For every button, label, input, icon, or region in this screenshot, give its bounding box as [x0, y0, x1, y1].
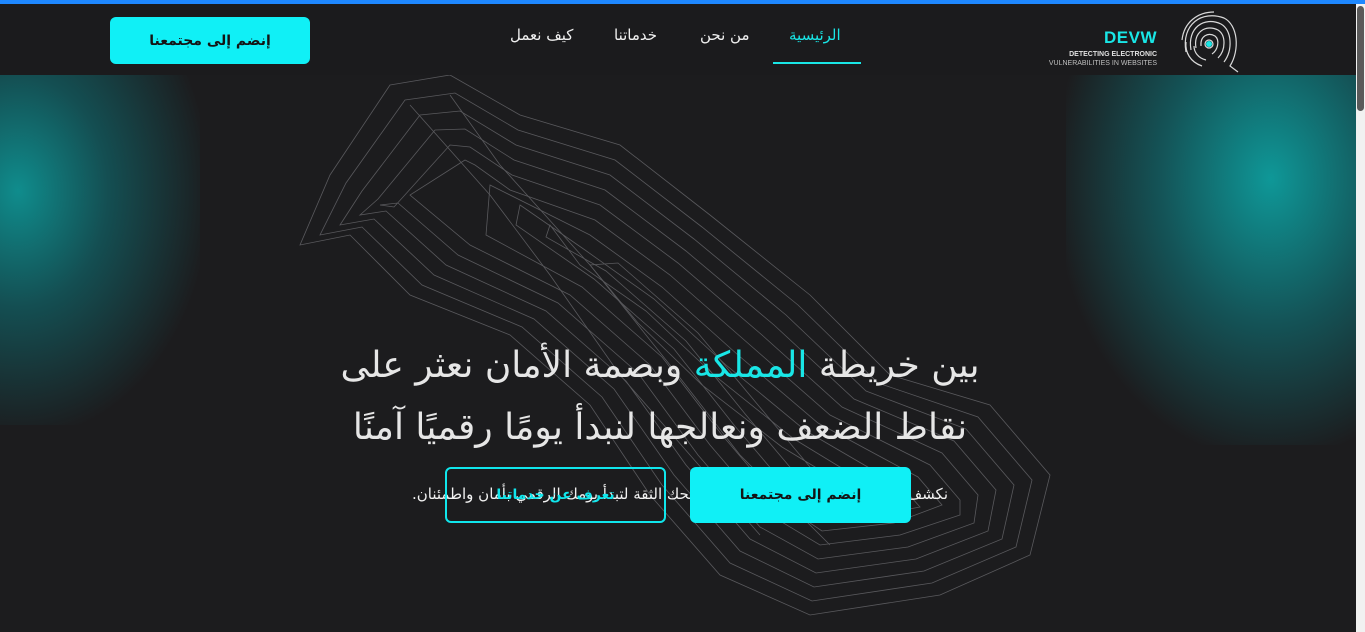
hero-subtitle: نكشف نقاط الضعف، نعالجها بسرعة، ونمنحك ا…: [411, 485, 948, 503]
hero-section: بين خريطة المملكة وبصمة الأمان نعثر على …: [0, 75, 1356, 632]
right-teal-glow: [1066, 75, 1356, 445]
logo-subtitle-line2: VULNERABILITIES IN WEBSITES: [1048, 60, 1157, 67]
nav-item-home[interactable]: الرئيسية: [789, 26, 841, 44]
nav-item-services[interactable]: خدماتنا: [614, 26, 657, 44]
headline-text-end: وبصمة الأمان نعثر على: [340, 345, 694, 386]
logo-title: DEVW: [1104, 28, 1157, 47]
navbar: إنضم إلى مجتمعنا كيف نعمل خدماتنا من نحن…: [0, 4, 1356, 75]
headline-text-start: بين خريطة: [807, 345, 980, 386]
devw-logo[interactable]: DEVW DETECTING ELECTRONIC VULNERABILITIE…: [1040, 10, 1255, 73]
logo-subtitle-line1: DETECTING ELECTRONIC: [1069, 51, 1157, 58]
hero-headline: بين خريطة المملكة وبصمة الأمان نعثر على …: [300, 335, 1020, 459]
hero-headline-line1: بين خريطة المملكة وبصمة الأمان نعثر على: [300, 335, 1020, 397]
nav-item-about-us[interactable]: من نحن: [700, 26, 750, 44]
join-community-hero-button[interactable]: إنضم إلى مجتمعنا: [690, 467, 911, 523]
hero-headline-line2: نقاط الضعف ونعالجها لنبدأ يومًا رقميًا آ…: [352, 407, 968, 448]
active-nav-underline: [773, 62, 861, 64]
learn-services-button[interactable]: تعرف عن خدماتنا: [445, 467, 666, 523]
nav-item-how-we-work[interactable]: كيف نعمل: [510, 26, 573, 44]
fingerprint-icon: [1181, 11, 1239, 73]
page-scrollbar[interactable]: [1356, 4, 1365, 632]
scrollbar-thumb[interactable]: [1357, 6, 1364, 111]
left-teal-glow: [0, 75, 200, 425]
join-community-nav-button[interactable]: إنضم إلى مجتمعنا: [110, 17, 310, 64]
headline-accent-word: المملكة: [693, 345, 808, 386]
